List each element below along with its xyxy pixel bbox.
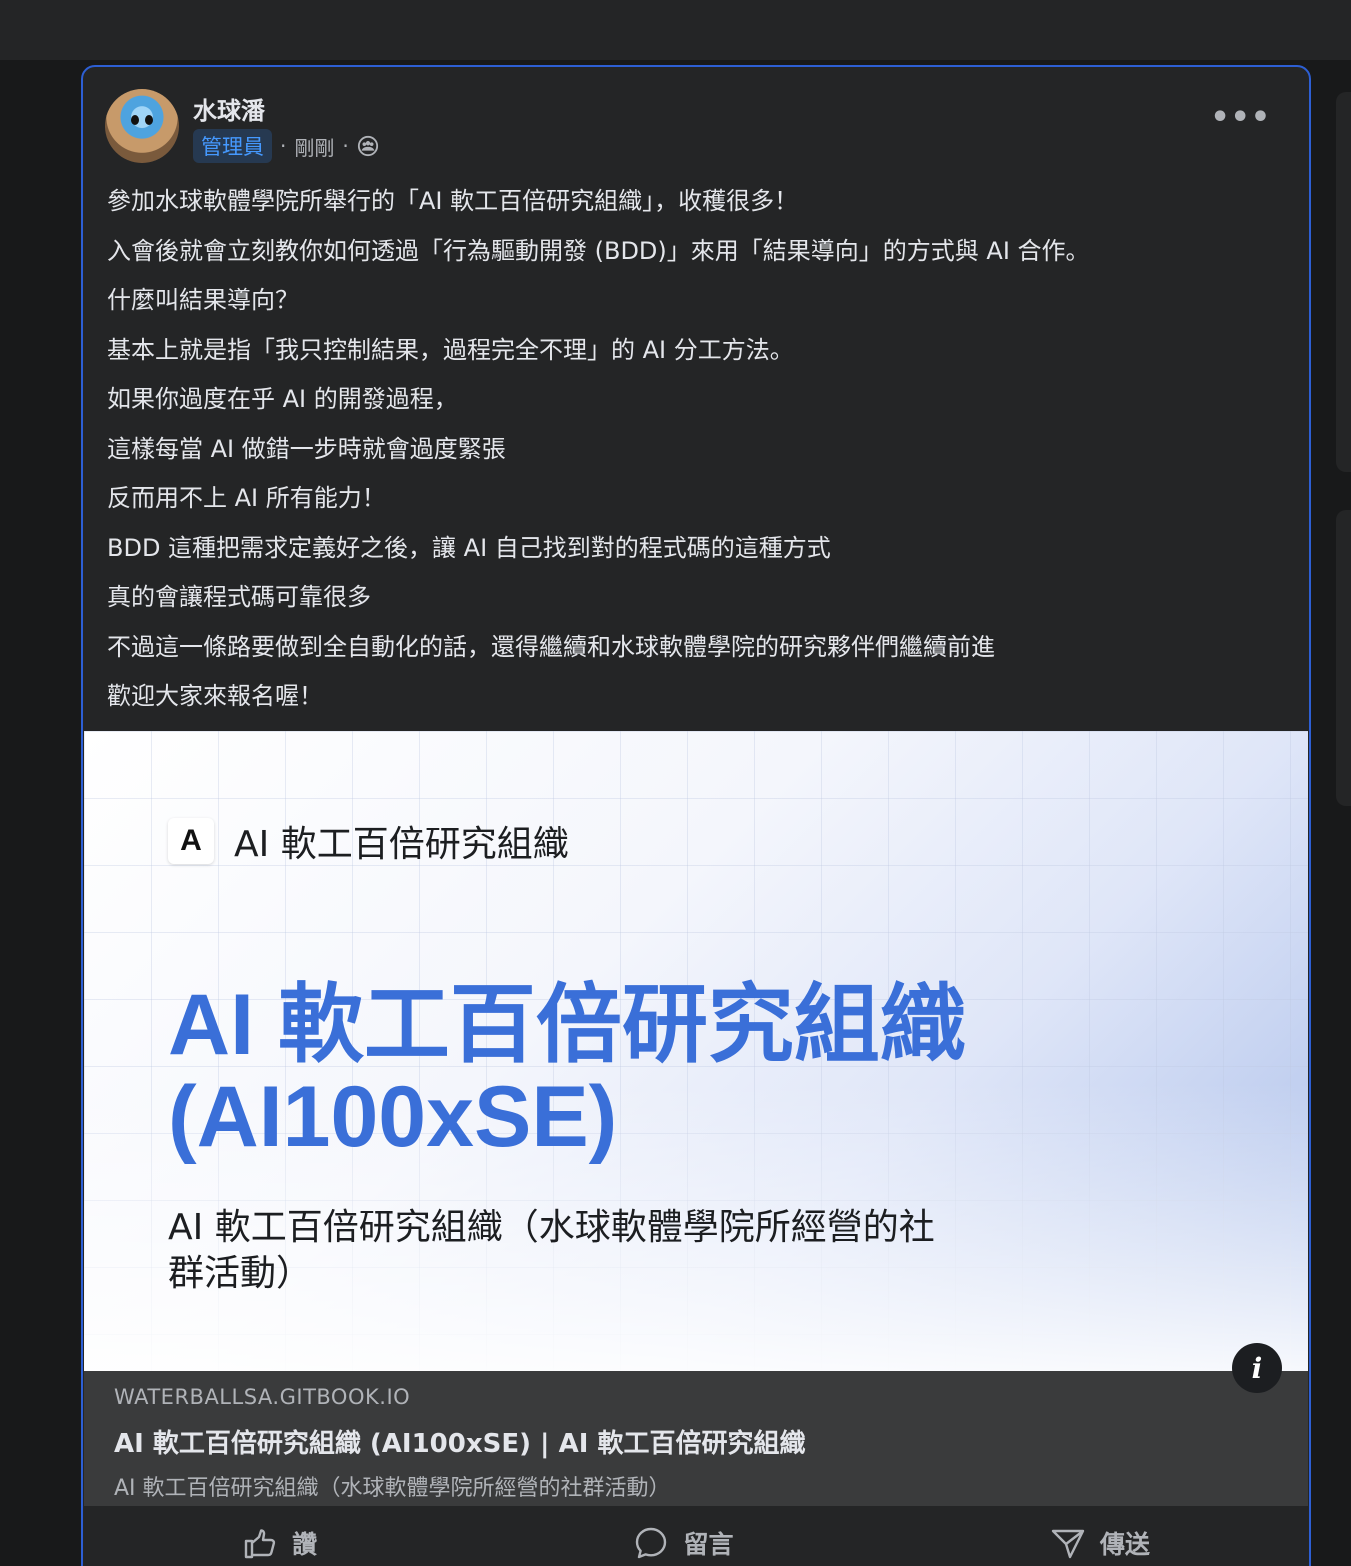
- group-icon[interactable]: [357, 135, 379, 157]
- like-button[interactable]: 讚: [242, 1525, 317, 1561]
- link-preview-image[interactable]: A AI 軟工百倍研究組織 AI 軟工百倍研究組織 (AI100xSE) AI …: [84, 731, 1308, 1371]
- comment-label: 留言: [683, 1530, 734, 1559]
- like-label: 讚: [292, 1530, 318, 1559]
- post-body-line: 如果你過度在乎 AI 的開發過程，: [107, 385, 458, 413]
- post-body-line: BDD 這種把需求定義好之後，讓 AI 自己找到對的程式碼的這種方式: [107, 533, 831, 562]
- brand-logo: A: [168, 818, 214, 864]
- action-bar: 讚 留言 傳送: [84, 1507, 1308, 1566]
- send-icon: [1051, 1529, 1085, 1559]
- info-icon[interactable]: i: [1232, 1343, 1282, 1393]
- send-button[interactable]: 傳送: [1050, 1525, 1150, 1561]
- link-info[interactable]: WATERBALLSA.GITBOOK.IO AI 軟工百倍研究組織 (AI10…: [84, 1371, 1308, 1506]
- comment-button[interactable]: 留言: [633, 1525, 734, 1561]
- hero-title: AI 軟工百倍研究組織 (AI100xSE): [168, 977, 966, 1165]
- comment-icon: [636, 1527, 667, 1559]
- post-card: 水球潘 管理員 · 剛剛 · ••• 參加水球軟體學院所舉行的「AI 軟工百倍研…: [81, 65, 1311, 1566]
- hero-subtitle: AI 軟工百倍研究組織（水球軟體學院所經營的社群活動）: [168, 1207, 935, 1294]
- more-options-icon[interactable]: •••: [1210, 103, 1271, 133]
- side-card-edge: [1336, 510, 1351, 806]
- post-body-line: 真的會讓程式碼可靠很多: [107, 583, 371, 611]
- meta-separator: ·: [342, 134, 349, 158]
- top-bar: [0, 0, 1351, 60]
- post-body-line: 不過這一條路要做到全自動化的話，還得繼續和水球軟體學院的研究夥伴們繼續前進: [107, 632, 995, 661]
- link-domain: WATERBALLSA.GITBOOK.IO: [114, 1385, 411, 1409]
- link-description: AI 軟工百倍研究組織（水球軟體學院所經營的社群活動）: [114, 1476, 671, 1501]
- preview-brand: A AI 軟工百倍研究組織: [168, 815, 569, 867]
- author-name[interactable]: 水球潘: [193, 91, 265, 126]
- meta-separator: ·: [280, 134, 287, 158]
- post-body: 參加水球軟體學院所舉行的「AI 軟工百倍研究組織」，收穫很多！ 入會後就會立刻教…: [107, 177, 1090, 722]
- timestamp[interactable]: 剛剛: [294, 132, 334, 161]
- brand-name: AI 軟工百倍研究組織: [234, 824, 569, 865]
- post-body-line: 這樣每當 AI 做錯一步時就會過度緊張: [107, 434, 506, 463]
- avatar[interactable]: [105, 89, 179, 163]
- send-label: 傳送: [1099, 1530, 1150, 1559]
- role-badge: 管理員: [193, 129, 272, 163]
- post-body-line: 反而用不上 AI 所有能力！: [107, 484, 386, 512]
- post-body-line: 基本上就是指「我只控制結果，過程完全不理」的 AI 分工方法。: [107, 335, 794, 364]
- post-body-line: 入會後就會立刻教你如何透過「行為驅動開發 (BDD)」來用「結果導向」的方式與 …: [107, 236, 1090, 265]
- post-body-line: 什麼叫結果導向？: [107, 286, 299, 314]
- post-body-line: 歡迎大家來報名喔！: [107, 682, 323, 710]
- post-meta: 管理員 · 剛剛 ·: [193, 129, 379, 163]
- link-title: AI 軟工百倍研究組織 (AI100xSE) | AI 軟工百倍研究組織: [114, 1429, 806, 1459]
- thumbs-up-icon: [244, 1529, 276, 1559]
- post-body-line: 參加水球軟體學院所舉行的「AI 軟工百倍研究組織」，收穫很多！: [107, 187, 799, 215]
- side-card-edge: [1336, 92, 1351, 472]
